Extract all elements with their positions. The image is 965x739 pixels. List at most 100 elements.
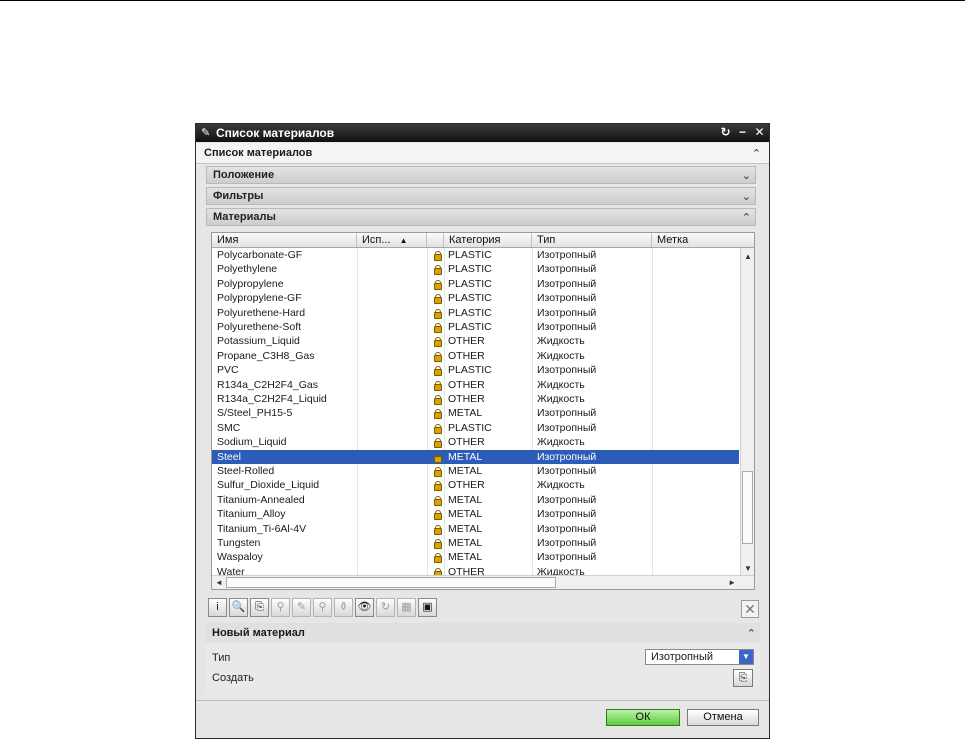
table-row[interactable]: Waspaloy METAL Изотропный — [212, 550, 739, 564]
table-row[interactable]: Water OTHER Жидкость — [212, 565, 739, 575]
footer-divider — [196, 700, 769, 701]
chevron-up-icon[interactable]: ⌃ — [752, 147, 761, 160]
col-header-lock[interactable] — [427, 233, 444, 247]
table-row[interactable]: Steel-Rolled METAL Изотропный — [212, 464, 739, 478]
col-header-type[interactable]: Тип — [532, 233, 652, 247]
library-icon[interactable]: ▦ — [397, 598, 416, 617]
table-row[interactable]: Titanium_Alloy METAL Изотропный — [212, 507, 739, 521]
chevron-up-icon[interactable]: ⌃ — [747, 627, 756, 640]
reset-button[interactable]: ↻ — [718, 125, 733, 140]
cell-type: Жидкость — [537, 335, 585, 348]
col-header-name[interactable]: Имя — [212, 233, 357, 247]
horizontal-scroll-thumb[interactable] — [226, 577, 556, 588]
create-material-button[interactable]: ⎘ — [733, 669, 753, 687]
table-row[interactable]: Steel METAL Изотропный — [212, 449, 739, 464]
table-row[interactable]: SMC PLASTIC Изотропный — [212, 421, 739, 435]
info-icon[interactable]: i — [208, 598, 227, 617]
table-row[interactable]: Polypropylene-GF PLASTIC Изотропный — [212, 291, 739, 305]
minimize-button[interactable]: − — [735, 125, 750, 140]
new-material-header[interactable]: Новый материал ⌃ — [206, 623, 760, 643]
cell-name: Sodium_Liquid — [217, 436, 287, 449]
table-row[interactable]: Tungsten METAL Изотропный — [212, 536, 739, 550]
chevron-down-icon[interactable]: ▼ — [739, 650, 753, 664]
scroll-left-icon[interactable]: ◄ — [215, 578, 223, 587]
col-header-label[interactable]: Метка — [652, 233, 754, 247]
lock-icon — [432, 536, 444, 550]
type-select[interactable]: Изотропный ▼ — [645, 649, 754, 665]
table-row[interactable]: Propane_C3H8_Gas OTHER Жидкость — [212, 349, 739, 363]
cell-name: Polyurethene-Soft — [217, 321, 302, 333]
lock-icon — [432, 406, 444, 420]
cancel-button[interactable]: Отмена — [687, 709, 759, 726]
export-icon[interactable]: ▣ — [418, 598, 437, 617]
edit-icon[interactable]: ✎ — [292, 598, 311, 617]
lock-icon — [432, 435, 444, 449]
assign-icon[interactable]: ⚱ — [334, 598, 353, 617]
cell-category: METAL — [448, 407, 483, 420]
search-icon[interactable]: ⚲ — [271, 598, 290, 617]
cell-name: R134a_C2H2F4_Gas — [217, 378, 318, 391]
vertical-scrollbar[interactable]: ▲ ▼ — [740, 248, 754, 575]
find-icon[interactable]: ⚲ — [313, 598, 332, 617]
materials-dialog: ✎ Список материалов ↻ − ✕ Список материа… — [195, 123, 770, 739]
table-row[interactable]: Sulfur_Dioxide_Liquid OTHER Жидкость — [212, 478, 739, 492]
table-row[interactable]: Polycarbonate-GF PLASTIC Изотропный — [212, 248, 739, 262]
chevron-up-icon[interactable]: ⌃ — [742, 211, 751, 224]
lock-icon — [432, 464, 444, 478]
table-row[interactable]: Titanium_Ti-6Al-4V METAL Изотропный — [212, 522, 739, 536]
refresh-icon[interactable]: ↻ — [376, 598, 395, 617]
table-row[interactable]: PVC PLASTIC Изотропный — [212, 363, 739, 377]
table-row[interactable]: Polyethylene PLASTIC Изотропный — [212, 262, 739, 276]
sort-ascending-icon: ▲ — [399, 236, 408, 245]
title-bar[interactable]: ✎ Список материалов ↻ − ✕ — [196, 124, 769, 142]
table-row[interactable]: S/Steel_PH15-5 METAL Изотропный — [212, 406, 739, 420]
cell-type: Изотропный — [537, 522, 597, 535]
cell-category: METAL — [448, 450, 483, 463]
cell-name: Polypropylene-GF — [217, 292, 302, 305]
table-row[interactable]: Sodium_Liquid OTHER Жидкость — [212, 435, 739, 449]
clear-icon[interactable]: ✕ — [741, 600, 759, 618]
cell-category: PLASTIC — [448, 364, 492, 377]
tool-icon: ✎ — [201, 127, 211, 139]
col-header-used[interactable]: Исп... ▲ — [357, 233, 427, 247]
section-position[interactable]: Положение ⌄ — [206, 166, 756, 184]
close-button[interactable]: ✕ — [752, 125, 767, 140]
table-row[interactable]: Polyurethene-Hard PLASTIC Изотропный — [212, 306, 739, 320]
ok-button[interactable]: ОК — [606, 709, 680, 726]
table-row[interactable]: Polyurethene-Soft PLASTIC Изотропный — [212, 320, 739, 334]
inspect-icon[interactable]: 🔍 — [229, 598, 248, 617]
table-row[interactable]: Titanium-Annealed METAL Изотропный — [212, 493, 739, 507]
scroll-right-icon[interactable]: ► — [728, 578, 736, 587]
chevron-down-icon[interactable]: ⌄ — [742, 190, 751, 203]
cell-category: OTHER — [448, 565, 485, 575]
cell-name: Steel — [217, 450, 241, 463]
cell-name: Polycarbonate-GF — [217, 249, 303, 261]
lock-icon — [432, 349, 444, 363]
lock-icon — [432, 507, 444, 521]
cell-category: PLASTIC — [448, 249, 492, 261]
cell-name: Propane_C3H8_Gas — [217, 349, 315, 362]
section-filters[interactable]: Фильтры ⌄ — [206, 187, 756, 205]
section-position-label: Положение — [213, 169, 275, 181]
table-row[interactable]: Potassium_Liquid OTHER Жидкость — [212, 334, 739, 348]
lock-icon — [432, 320, 444, 334]
vertical-scroll-thumb[interactable] — [742, 471, 753, 544]
cell-name: S/Steel_PH15-5 — [217, 407, 293, 420]
table-row[interactable]: R134a_C2H2F4_Liquid OTHER Жидкость — [212, 392, 739, 406]
copy-icon[interactable]: ⎘ — [250, 598, 269, 617]
materials-table[interactable]: Имя Исп... ▲ Категория Тип Метка Polycar… — [211, 232, 755, 590]
scroll-down-icon[interactable]: ▼ — [744, 564, 752, 573]
view-icon[interactable]: 👁 — [355, 598, 374, 617]
scroll-up-icon[interactable]: ▲ — [744, 252, 752, 261]
table-row[interactable]: R134a_C2H2F4_Gas OTHER Жидкость — [212, 378, 739, 392]
lock-icon — [432, 291, 444, 305]
section-materials[interactable]: Материалы ⌃ — [206, 208, 756, 226]
cell-type: Изотропный — [537, 263, 597, 276]
horizontal-scrollbar[interactable]: ◄ ► — [212, 575, 754, 589]
col-header-category[interactable]: Категория — [444, 233, 532, 247]
table-row[interactable]: Polypropylene PLASTIC Изотропный — [212, 277, 739, 291]
chevron-down-icon[interactable]: ⌄ — [742, 169, 751, 182]
cell-category: PLASTIC — [448, 306, 492, 319]
cell-type: Изотропный — [537, 364, 597, 377]
dialog-header[interactable]: Список материалов ⌃ — [196, 143, 769, 164]
